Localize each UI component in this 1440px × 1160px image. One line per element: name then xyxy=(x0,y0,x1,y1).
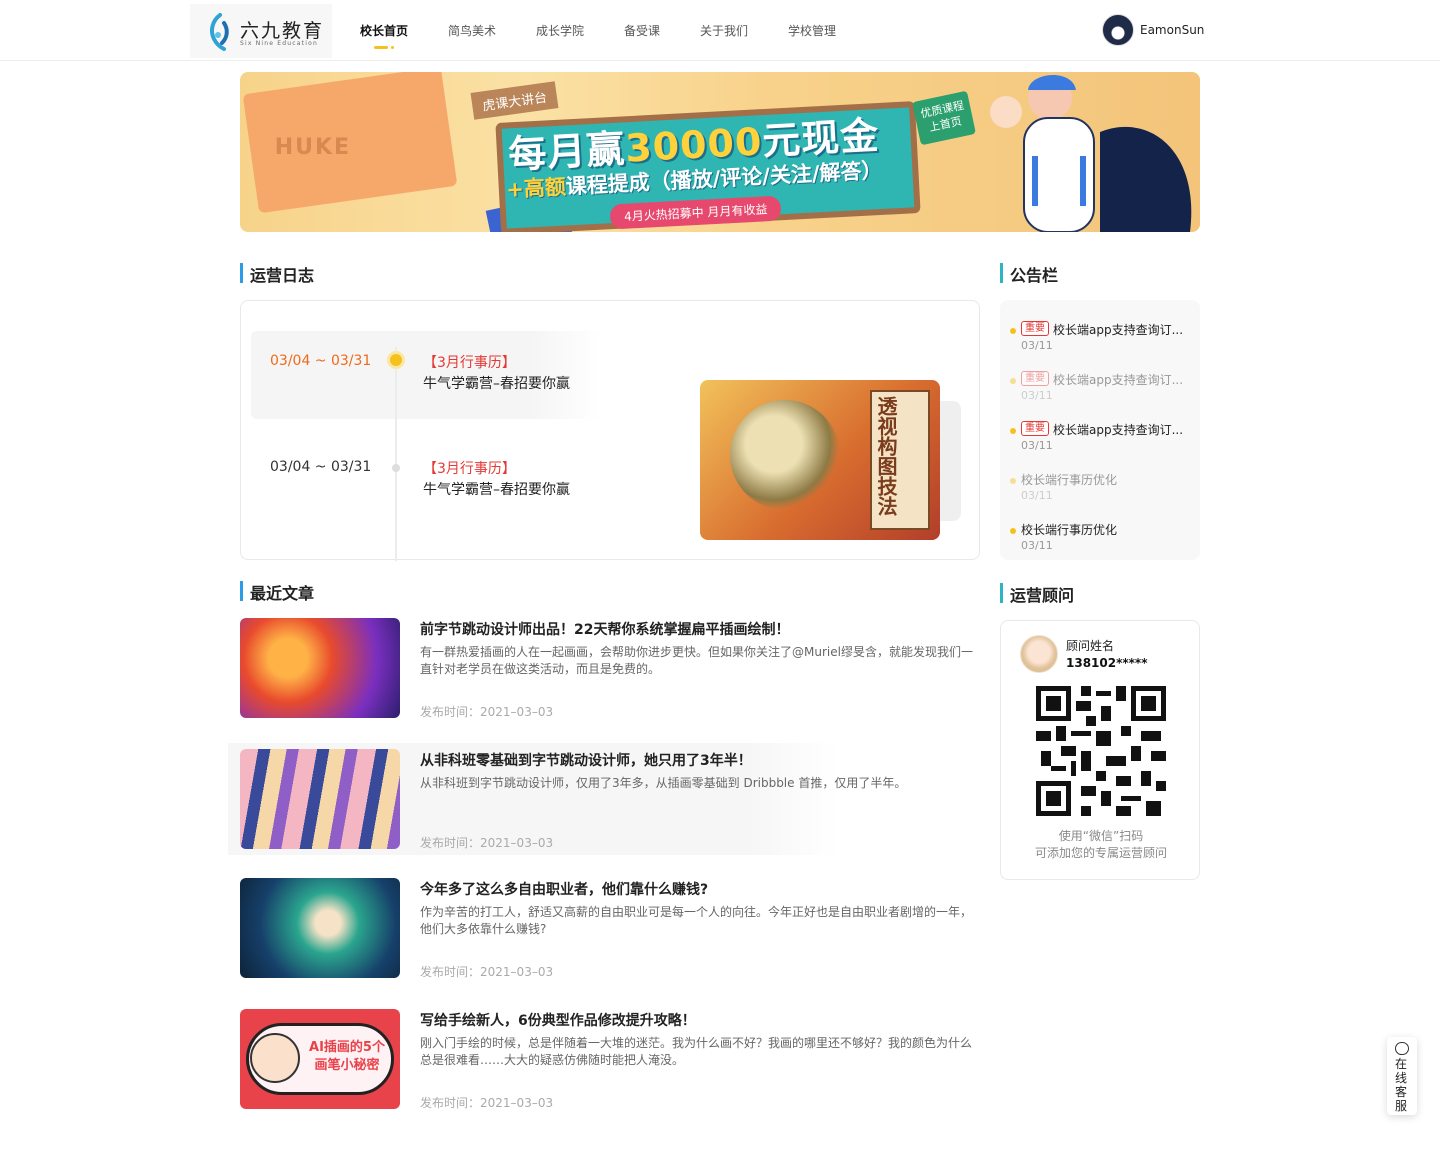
notice-item[interactable]: 重要 校长端app支持查询订... 03/11 xyxy=(1010,321,1195,361)
notice-board: 重要 校长端app支持查询订... 03/11 重要 校长端app支持查询订..… xyxy=(1000,300,1200,560)
promo-banner[interactable]: HUKE 虎课大讲台 每月赢30000元现金 +高额课程提成（播放/评论/关注/… xyxy=(240,72,1200,232)
user-avatar-icon[interactable] xyxy=(1102,14,1134,46)
article-item[interactable]: AI插画的5个画笔小秘密 写给手绘新人，6份典型作品修改提升攻略！ 刚入门手绘的… xyxy=(240,1009,980,1110)
important-badge: 重要 xyxy=(1021,421,1049,436)
article-thumbnail[interactable] xyxy=(240,749,400,849)
cover-title: 透视构图技法 xyxy=(874,396,898,516)
notice-item[interactable]: 校长端行事历优化 03/11 xyxy=(1010,471,1195,511)
notice-title[interactable]: 校长端行事历优化 xyxy=(1021,521,1117,538)
notice-dot xyxy=(1010,528,1016,534)
log-tag[interactable]: 【3月行事历】 xyxy=(423,352,516,372)
article-item[interactable]: 今年多了这么多自由职业者，他们靠什么赚钱? 作为辛苦的打工人，舒适又高薪的自由职… xyxy=(240,878,980,979)
article-description: 刚入门手绘的时候，总是伴随着一大堆的迷茫。我为什么画不好？我画的哪里还不够好？我… xyxy=(420,1036,973,1067)
article-item[interactable]: 从非科班零基础到字节跳动设计师，她只用了3年半！ 从非科班到字节跳动设计师，仅用… xyxy=(228,743,906,855)
banner-stamp: 优质课程 上首页 xyxy=(912,90,976,146)
notice-date: 03/11 xyxy=(1021,339,1053,352)
logo-text: 六九教育 xyxy=(240,20,325,42)
logo-mark-icon xyxy=(210,13,229,51)
notice-date: 03/11 xyxy=(1021,389,1053,402)
nav-jianniao-art[interactable]: 简鸟美术 xyxy=(448,22,496,39)
advisor-name: 顾问姓名 xyxy=(1066,639,1115,653)
timeline-line xyxy=(395,347,397,561)
nav-school-management[interactable]: 学校管理 xyxy=(788,22,836,39)
notice-item[interactable]: 重要 校长端app支持查询订... 03/11 xyxy=(1010,371,1195,411)
notice-title[interactable]: 校长端app支持查询订... xyxy=(1053,371,1183,388)
qr-code-icon xyxy=(1036,686,1166,816)
article-date: 发布时间：2021–03–03 xyxy=(420,1096,554,1110)
girl-illustration xyxy=(990,74,1192,232)
notice-title[interactable]: 校长端app支持查询订... xyxy=(1053,321,1183,338)
article-description: 有一群热爱插画的人在一起画画，会帮助你进步更快。但如果你关注了@Muriel缪旻… xyxy=(420,645,973,676)
ops-log-title: 运营日志 xyxy=(240,262,314,286)
log-tag[interactable]: 【3月行事历】 xyxy=(423,458,516,478)
important-badge: 重要 xyxy=(1021,371,1049,386)
notice-item[interactable]: 校长端行事历优化 03/11 xyxy=(1010,521,1195,561)
banner-tag: 虎课大讲台 xyxy=(470,81,559,120)
article-title[interactable]: 前字节跳动设计师出品！22天帮你系统掌握扁平插画绘制！ xyxy=(420,619,789,639)
nav-principal-home[interactable]: 校长首页 xyxy=(360,22,408,39)
advisor-title: 运营顾问 xyxy=(1000,582,1074,606)
nav-lessons[interactable]: 备受课 xyxy=(624,22,660,39)
article-title[interactable]: 今年多了这么多自由职业者，他们靠什么赚钱? xyxy=(420,879,708,899)
important-badge: 重要 xyxy=(1021,321,1049,336)
article-description: 从非科班到字节跳动设计师，仅用了3年多，从插画零基础到 Dribbble 首推，… xyxy=(420,776,907,790)
logo[interactable]: 六九教育 Six Nine Education xyxy=(190,4,332,58)
article-date: 发布时间：2021–03–03 xyxy=(420,836,554,850)
timeline-dot xyxy=(392,464,400,472)
notice-date: 03/11 xyxy=(1021,539,1053,552)
log-cover-image[interactable]: 透视构图技法 xyxy=(700,380,940,540)
log-date: 03/04 ~ 03/31 xyxy=(270,459,372,475)
advisor-avatar xyxy=(1020,635,1058,673)
online-service-label: 在线客服 xyxy=(1395,1057,1408,1113)
advisor-card: 顾问姓名 138102***** 使用“微信”扫码 可添加您的专属运营顾问 xyxy=(1000,620,1200,880)
notice-dot xyxy=(1010,428,1016,434)
article-thumbnail[interactable] xyxy=(240,618,400,718)
book-text: HUKE xyxy=(274,135,352,161)
notice-date: 03/11 xyxy=(1021,439,1053,452)
advisor-tip-line1: 使用“微信”扫码 xyxy=(1058,829,1144,843)
username[interactable]: EamonSun xyxy=(1140,23,1204,37)
book-illustration: HUKE xyxy=(242,72,458,214)
notice-title[interactable]: 校长端app支持查询订... xyxy=(1053,421,1183,438)
nav-about-us[interactable]: 关于我们 xyxy=(700,22,748,39)
log-date: 03/04 ~ 03/31 xyxy=(270,353,372,369)
active-nav-dot xyxy=(391,46,394,49)
log-text[interactable]: 牛气学霸营–春招要你赢 xyxy=(423,373,570,393)
notice-item[interactable]: 重要 校长端app支持查询订... 03/11 xyxy=(1010,421,1195,461)
article-item[interactable]: 前字节跳动设计师出品！22天帮你系统掌握扁平插画绘制！ 有一群热爱插画的人在一起… xyxy=(240,618,980,719)
articles-title: 最近文章 xyxy=(240,580,314,604)
article-title[interactable]: 写给手绘新人，6份典型作品修改提升攻略！ xyxy=(420,1010,696,1030)
timeline-dot-active xyxy=(390,354,402,366)
active-nav-indicator xyxy=(374,46,388,49)
article-thumbnail[interactable]: AI插画的5个画笔小秘密 xyxy=(240,1009,400,1109)
article-thumbnail[interactable] xyxy=(240,878,400,978)
notice-title[interactable]: 校长端行事历优化 xyxy=(1021,471,1117,488)
thumb-character xyxy=(250,1033,300,1083)
notice-dot xyxy=(1010,378,1016,384)
notice-board-title: 公告栏 xyxy=(1000,262,1058,286)
notice-dot xyxy=(1010,328,1016,334)
cover-figure xyxy=(730,400,840,510)
article-date: 发布时间：2021–03–03 xyxy=(420,965,554,979)
logo-subtitle: Six Nine Education xyxy=(240,40,318,47)
article-date: 发布时间：2021–03–03 xyxy=(420,705,554,719)
log-text[interactable]: 牛气学霸营–春招要你赢 xyxy=(423,479,570,499)
article-description: 作为辛苦的打工人，舒适又高薪的自由职业可是每一个人的向往。今年正好也是自由职业者… xyxy=(420,905,973,936)
chat-bubble-icon xyxy=(1395,1042,1409,1055)
article-title[interactable]: 从非科班零基础到字节跳动设计师，她只用了3年半！ xyxy=(420,750,752,770)
notice-date: 03/11 xyxy=(1021,489,1053,502)
online-service-button[interactable]: 在线客服 xyxy=(1387,1037,1417,1115)
ops-log-card: 03/04 ~ 03/31 【3月行事历】 牛气学霸营–春招要你赢 03/04 … xyxy=(240,300,980,561)
thumb-text: AI插画的5个画笔小秘密 xyxy=(309,1040,385,1073)
nav-growth-academy[interactable]: 成长学院 xyxy=(536,22,584,39)
advisor-tip-line2: 可添加您的专属运营顾问 xyxy=(1034,846,1167,860)
notice-dot xyxy=(1010,478,1016,484)
top-header: 六九教育 Six Nine Education 校长首页 简鸟美术 成长学院 备… xyxy=(0,0,1440,61)
advisor-phone: 138102***** xyxy=(1066,656,1148,670)
